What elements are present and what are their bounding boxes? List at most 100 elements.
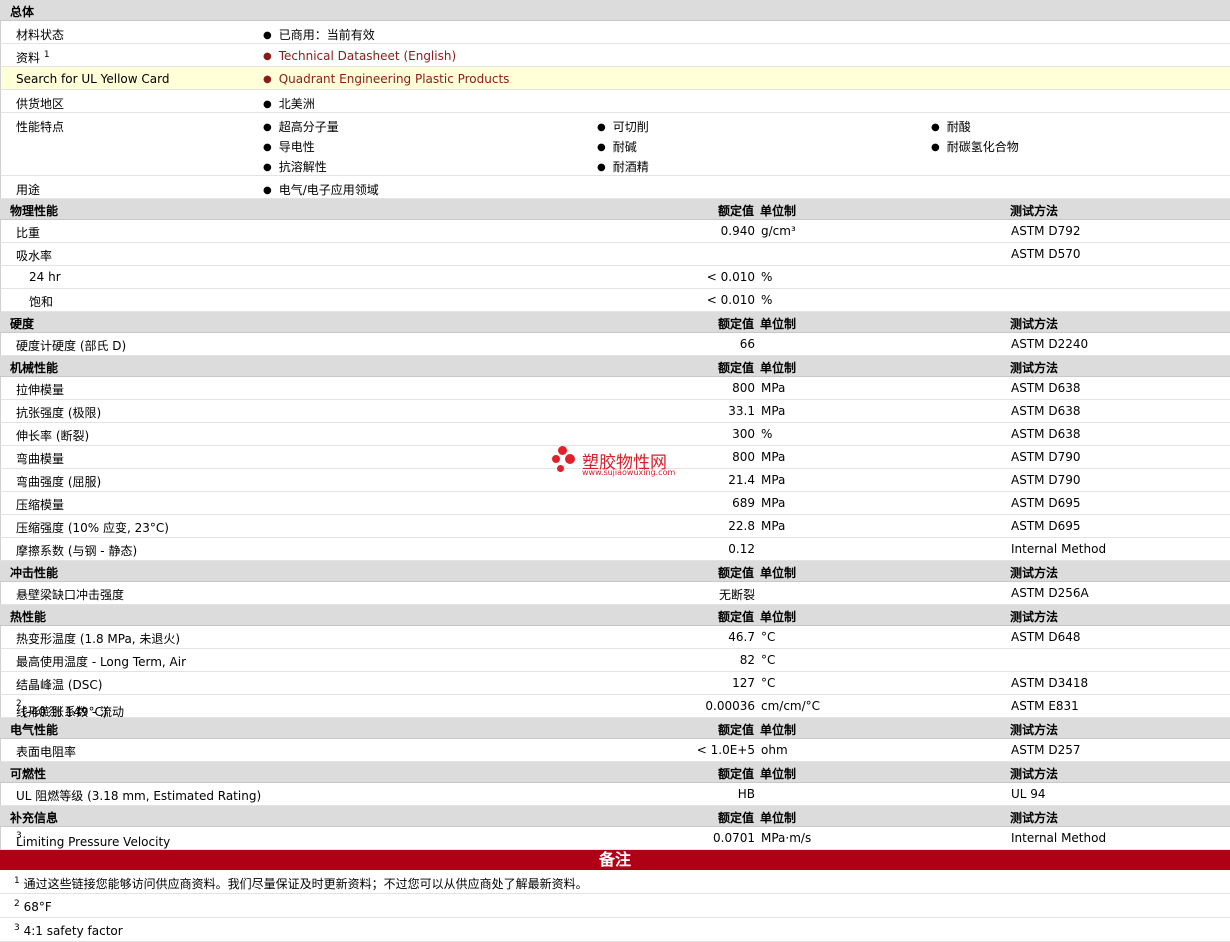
property-method: ASTM D638: [1011, 381, 1081, 395]
property-row: 摩擦系数 (与钢 - 静态) 0.12 Internal Method: [0, 538, 1230, 561]
property-unit: MPa·m/s: [761, 831, 812, 845]
section-title: 冲击性能: [10, 566, 59, 580]
property-row: Limiting Pressure Velocity 3 0.0701 MPa·…: [0, 827, 1230, 850]
property-unit: °C: [761, 676, 776, 690]
property-value: 66: [739, 337, 755, 351]
property-method: ASTM D695: [1011, 519, 1081, 533]
section-header-hardness: 硬度 额定值 单位制 测试方法: [0, 312, 1230, 333]
note-text: 4:1 safety factor: [23, 924, 123, 938]
property-label: 压缩强度 (10% 应变, 23°C): [16, 521, 169, 535]
note-number: 2: [14, 899, 20, 909]
property-value: 689: [732, 496, 755, 510]
note-number: 3: [14, 923, 20, 933]
property-row: 压缩模量 689 MPa ASTM D695: [0, 492, 1230, 515]
property-label: 饱和: [29, 295, 54, 309]
section-header-additional: 补充信息 额定值 单位制 测试方法: [0, 806, 1230, 827]
col-method-header: 测试方法: [1010, 723, 1059, 737]
property-method: ASTM D2240: [1011, 337, 1089, 351]
col-value-header: 额定值: [717, 204, 754, 218]
section-title: 硬度: [10, 317, 35, 331]
col-value-header: 额定值: [717, 610, 754, 624]
section-title: 可燃性: [10, 767, 47, 781]
status-value: 已商用：当前有效: [263, 26, 375, 43]
logo-dot-icon: [552, 455, 560, 463]
col-method-header: 测试方法: [1010, 811, 1059, 825]
feature-item: 导电性: [263, 138, 315, 155]
property-label: 悬壁梁缺口冲击强度: [16, 588, 125, 602]
section-title: 补充信息: [10, 811, 59, 825]
feature-item: 可切削: [597, 118, 649, 135]
property-row: UL 阻燃等级 (3.18 mm, Estimated Rating) HB U…: [0, 783, 1230, 806]
col-unit-header: 单位制: [760, 204, 797, 218]
property-value: 0.00036: [705, 699, 755, 713]
property-method: ASTM D3418: [1011, 676, 1089, 690]
property-value: 800: [732, 381, 755, 395]
technical-datasheet-link[interactable]: Technical Datasheet (English): [263, 49, 456, 63]
property-row: 硬度计硬度 (部氏 D) 66 ASTM D2240: [0, 333, 1230, 356]
property-value: 0.0701: [713, 831, 755, 845]
feature-item: 耐酸: [931, 118, 971, 135]
property-method: UL 94: [1011, 787, 1046, 801]
property-value: 127: [732, 676, 755, 690]
property-value: 300: [732, 427, 755, 441]
doc-label: 资料: [16, 51, 41, 65]
region-label: 供货地区: [16, 97, 65, 111]
section-header-mechanical: 机械性能 额定值 单位制 测试方法: [0, 356, 1230, 377]
property-row: 24 hr < 0.010 %: [0, 266, 1230, 289]
property-method: ASTM D257: [1011, 743, 1081, 757]
section-title: 机械性能: [10, 361, 59, 375]
property-value: HB: [737, 787, 755, 801]
col-method-header: 测试方法: [1010, 204, 1059, 218]
col-unit-header: 单位制: [760, 566, 797, 580]
property-row: 抗张强度 (极限) 33.1 MPa ASTM D638: [0, 400, 1230, 423]
property-row: 拉伸模量 800 MPa ASTM D638: [0, 377, 1230, 400]
feature-item: 抗溶解性: [263, 158, 327, 175]
property-label: 最高使用温度 - Long Term, Air: [16, 655, 187, 669]
note-number: 1: [14, 876, 20, 886]
section-header-thermal: 热性能 额定值 单位制 测试方法: [0, 605, 1230, 626]
note-line: 3 4:1 safety factor: [14, 923, 123, 938]
property-method: ASTM D638: [1011, 404, 1081, 418]
property-label: 拉伸模量: [16, 383, 65, 397]
property-row: 热变形温度 (1.8 MPa, 未退火) 46.7 °C ASTM D648: [0, 626, 1230, 649]
property-method: ASTM E831: [1011, 699, 1079, 713]
property-label: Limiting Pressure Velocity: [16, 835, 171, 849]
property-method: ASTM D695: [1011, 496, 1081, 510]
note-item: 3 4:1 safety factor: [0, 918, 1230, 942]
property-row: 比重 0.940 g/cm³ ASTM D792: [0, 220, 1230, 243]
doc-row: 资料 1 Technical Datasheet (English): [0, 44, 1230, 67]
supplier-link[interactable]: Quadrant Engineering Plastic Products: [263, 72, 510, 86]
col-method-header: 测试方法: [1010, 610, 1059, 624]
doc-footnote: 1: [43, 50, 50, 60]
feature-item: 耐碱: [597, 138, 637, 155]
property-unit: %: [761, 270, 773, 284]
col-unit-header: 单位制: [760, 767, 797, 781]
section-title: 热性能: [10, 610, 47, 624]
col-value-header: 额定值: [717, 811, 754, 825]
col-method-header: 测试方法: [1010, 566, 1059, 580]
property-unit: °C: [761, 653, 776, 667]
doc-label-wrap: 资料 1: [16, 49, 50, 66]
col-value-header: 额定值: [717, 723, 754, 737]
status-row: 材料状态 已商用：当前有效: [0, 21, 1230, 44]
property-unit: MPa: [761, 381, 786, 395]
property-row: 悬壁梁缺口冲击强度 无断裂 ASTM D256A: [0, 582, 1230, 605]
property-label: 热变形温度 (1.8 MPa, 未退火): [16, 632, 181, 646]
property-method: Internal Method: [1011, 542, 1107, 556]
feature-item: 耐酒精: [597, 158, 649, 175]
property-value: < 0.010: [706, 270, 755, 284]
property-unit: g/cm³: [761, 224, 796, 238]
features-row: 性能特点 超高分子量 导电性 抗溶解性 可切削 耐碱 耐酒精 耐酸 耐碳氢化合物: [0, 113, 1230, 176]
property-unit: MPa: [761, 450, 786, 464]
col-method-header: 测试方法: [1010, 317, 1059, 331]
property-unit: °C: [761, 630, 776, 644]
note-text: 68°F: [23, 900, 52, 914]
property-label: 结晶峰温 (DSC): [16, 678, 103, 692]
note-line: 1 通过这些链接您能够访问供应商资料。我们尽量保证及时更新资料；不过您可以从供应…: [14, 875, 588, 892]
section-header-impact: 冲击性能 额定值 单位制 测试方法: [0, 561, 1230, 582]
note-item: 1 通过这些链接您能够访问供应商资料。我们尽量保证及时更新资料；不过您可以从供应…: [0, 870, 1230, 894]
property-row: 线形膨胀系数 - 流动 2 (-40 到 149°C) 0.00036 cm/c…: [0, 695, 1230, 719]
section-header-overview: 总体: [0, 0, 1230, 21]
notes-header: 备注: [0, 850, 1230, 870]
ul-yellow-card-label[interactable]: Search for UL Yellow Card: [16, 72, 169, 86]
